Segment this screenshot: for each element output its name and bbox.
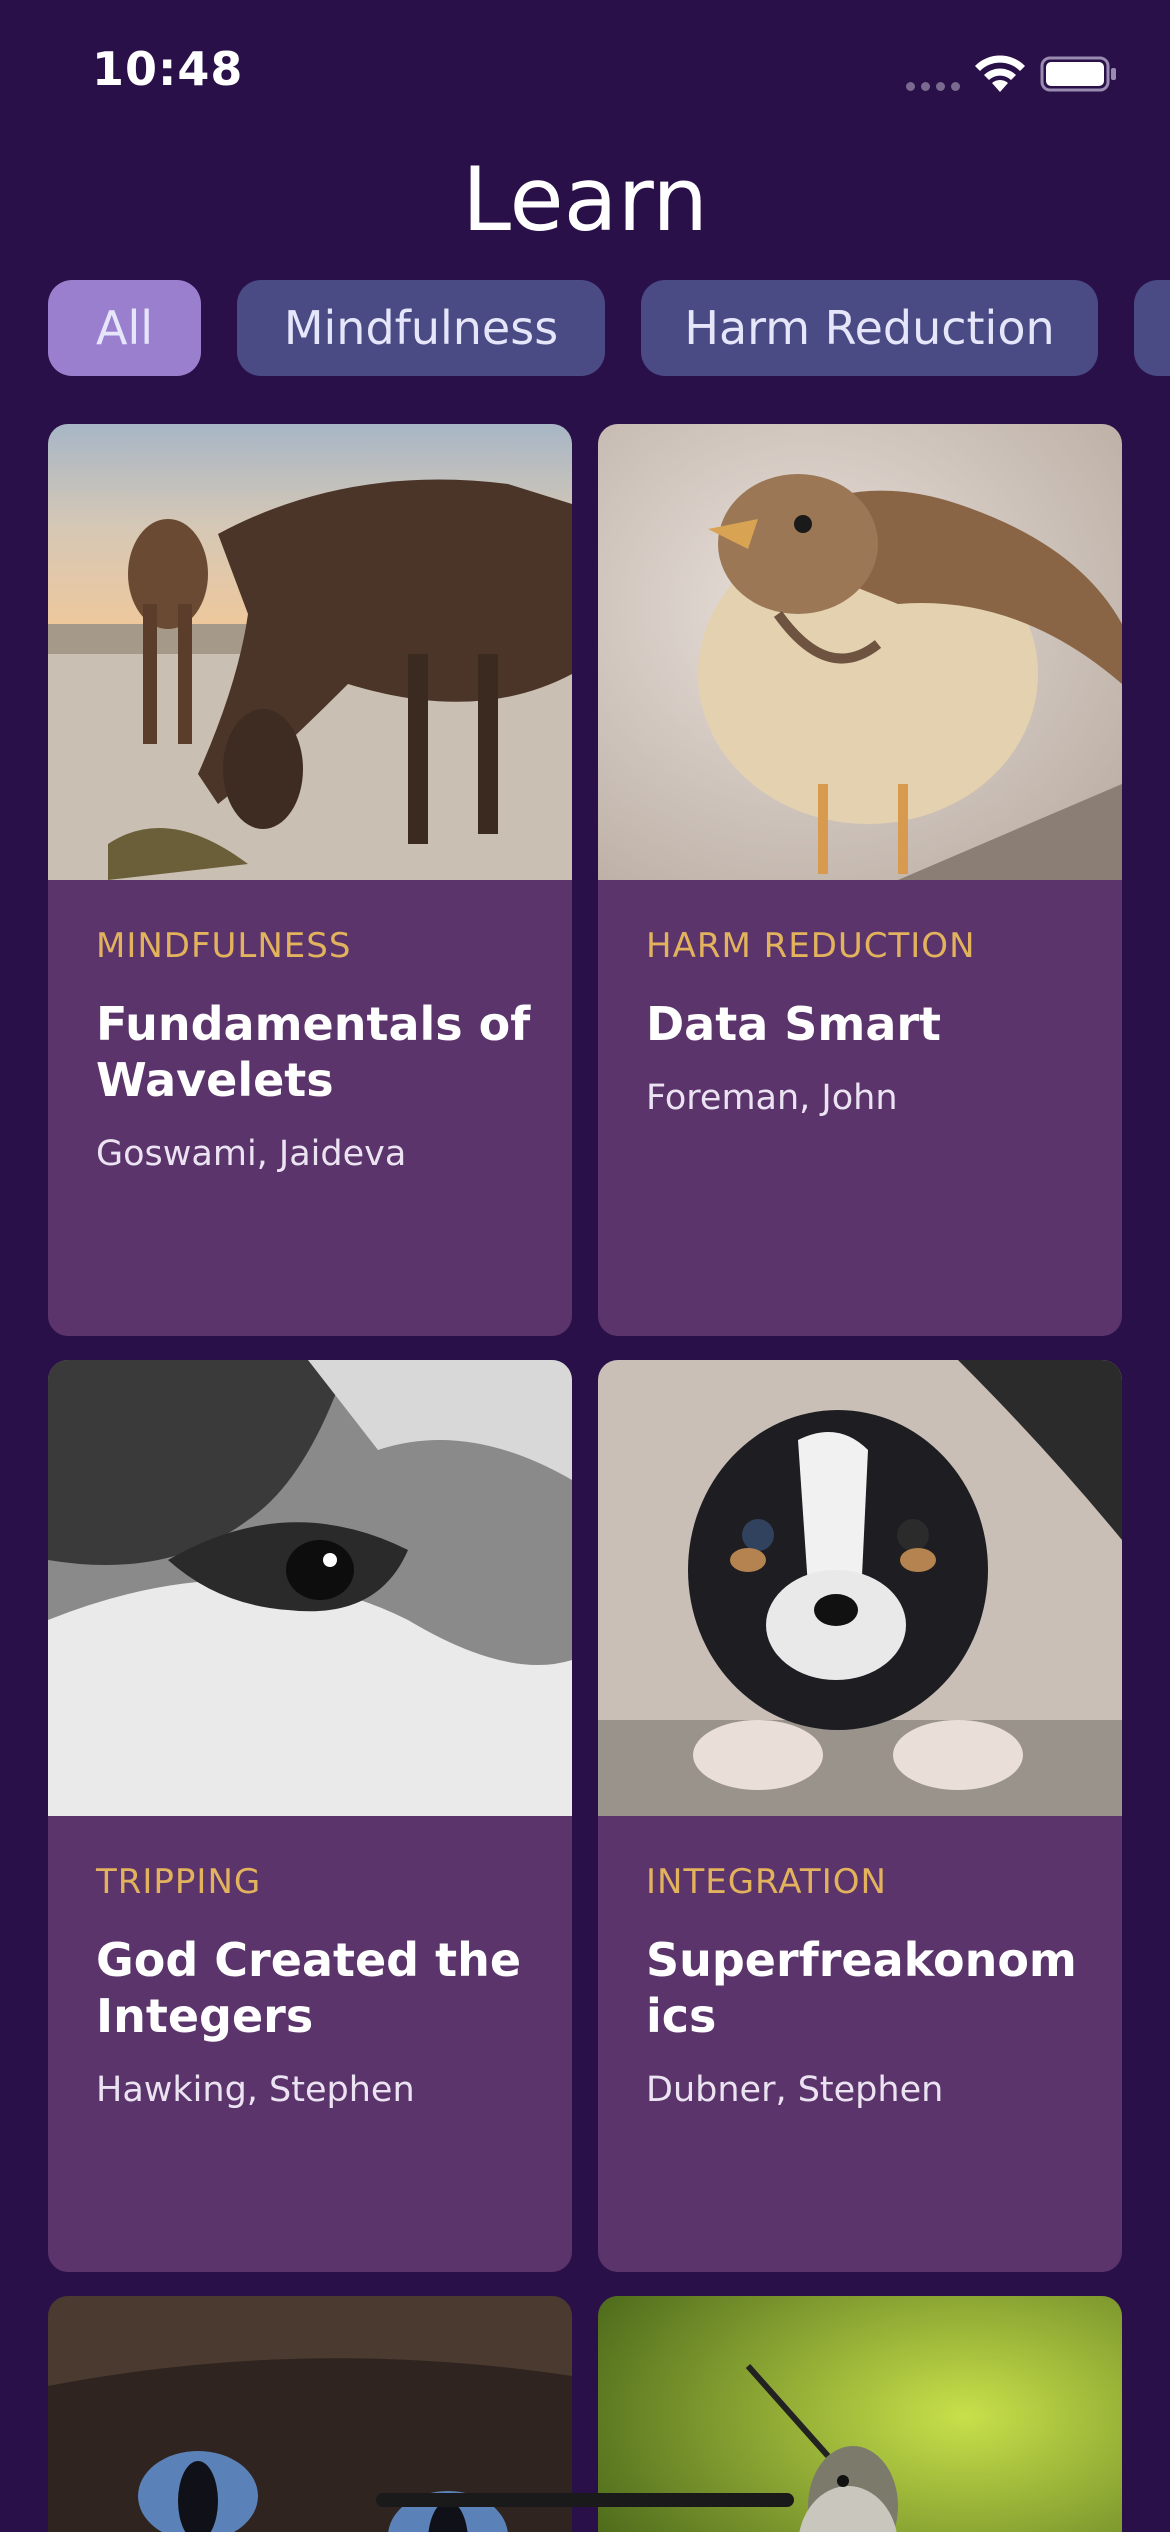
course-card[interactable]: HARM REDUCTION Data Smart Foreman, John: [598, 424, 1122, 1336]
card-category: MINDFULNESS: [96, 926, 352, 966]
wifi-icon: [975, 55, 1025, 92]
card-body: INTEGRATION Superfreakonomics Dubner, St…: [646, 1862, 1090, 2110]
card-body: MINDFULNESS Fundamentals of Wavelets Gos…: [96, 926, 540, 1174]
course-card[interactable]: INTEGRATION Superfreakonomics Dubner, St…: [598, 1360, 1122, 2272]
card-author: Dubner, Stephen: [646, 2070, 944, 2110]
status-bar: 10:48: [0, 0, 1170, 140]
card-title: Data Smart: [646, 997, 942, 1051]
card-author: Hawking, Stephen: [96, 2070, 415, 2110]
course-card[interactable]: TRIPPING God Created the Integers Hawkin…: [48, 1360, 572, 2272]
home-indicator[interactable]: [376, 2493, 794, 2507]
category-filter-bar[interactable]: All Mindfulness Harm Reduction: [0, 280, 1170, 376]
card-title: God Created the Integers: [96, 1933, 522, 2043]
card-body: TRIPPING God Created the Integers Hawkin…: [96, 1862, 540, 2110]
card-author: Goswami, Jaideva: [96, 1134, 407, 1174]
filter-chip-harm-reduction[interactable]: Harm Reduction: [641, 280, 1098, 376]
card-category: HARM REDUCTION: [646, 926, 976, 966]
puppy-photo: [598, 1360, 1122, 1816]
card-title: Fundamentals of Wavelets: [96, 997, 531, 1107]
dog-closeup-bw-photo: [48, 1360, 572, 1816]
learn-screen: 10:48 Learn All Mindfulness Harm Reducti…: [0, 0, 1170, 2532]
horses-photo: [48, 424, 572, 880]
filter-chip-mindfulness[interactable]: Mindfulness: [237, 280, 605, 376]
cellular-signal-icon: [906, 82, 962, 94]
card-body: HARM REDUCTION Data Smart Foreman, John: [646, 926, 1090, 1118]
page-title: Learn: [462, 148, 708, 251]
filter-chip-label: All: [95, 301, 154, 355]
filter-chip-all[interactable]: All: [48, 280, 201, 376]
battery-icon: [1040, 56, 1116, 92]
course-card[interactable]: MINDFULNESS Fundamentals of Wavelets Gos…: [48, 424, 572, 1336]
card-category: TRIPPING: [96, 1862, 262, 1902]
filter-chip-next[interactable]: [1134, 280, 1170, 376]
status-time: 10:48: [92, 42, 244, 96]
card-author: Foreman, John: [646, 1078, 898, 1118]
filter-chip-label: Mindfulness: [283, 301, 559, 355]
sparrow-photo: [598, 424, 1122, 880]
filter-chip-label: Harm Reduction: [684, 301, 1055, 355]
card-category: INTEGRATION: [646, 1862, 887, 1902]
card-title: Superfreakonomics: [646, 1933, 1077, 2043]
